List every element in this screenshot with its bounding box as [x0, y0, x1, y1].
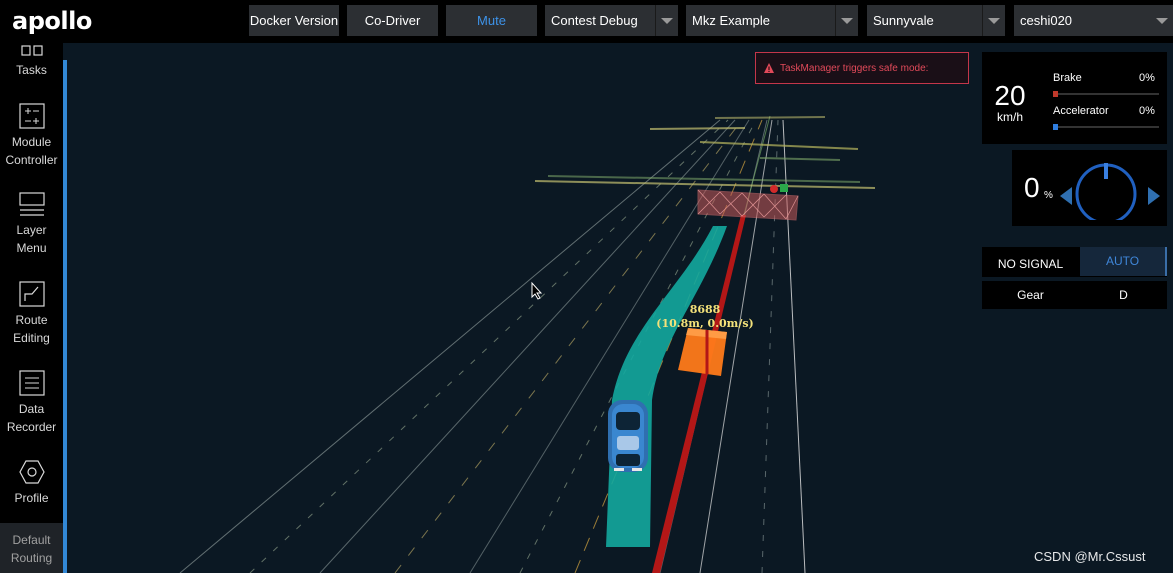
steering-value: 0	[1024, 172, 1040, 203]
signal-panel: NO SIGNAL AUTO	[982, 247, 1167, 277]
sidebar-item-label: Route	[15, 313, 48, 327]
warning-icon	[764, 63, 774, 73]
speed-unit: km/h	[996, 110, 1023, 124]
scenario-select-value: ceshi020	[1020, 13, 1073, 28]
chevron-down-icon[interactable]	[982, 5, 1005, 36]
steering-unit: %	[1044, 190, 1053, 201]
obstacle-label: 8688 (10.8m, 0.0m/s)	[655, 303, 755, 331]
tasks-icon	[20, 45, 43, 56]
sidebar: Tasks Module Controller Layer Menu Route…	[0, 43, 63, 573]
stop-fence	[697, 184, 799, 221]
sidebar-item-module-controller[interactable]: Module Controller	[0, 103, 63, 169]
accelerator-meter	[1053, 124, 1159, 130]
ego-vehicle	[608, 400, 648, 472]
steering-wheel-icon	[1060, 163, 1160, 220]
scenario-select[interactable]: ceshi020	[1014, 5, 1173, 36]
sidebar-item-label: Editing	[13, 331, 50, 345]
gear-label: Gear	[1017, 288, 1044, 302]
vehicle-select[interactable]: Mkz Example	[686, 5, 858, 36]
co-driver-button[interactable]: Co-Driver	[347, 5, 438, 36]
stop-sign-icon	[770, 185, 778, 193]
accelerator-meter-fill	[1053, 124, 1058, 130]
mode-select-value: Contest Debug	[551, 13, 638, 28]
brake-percent: 0%	[1139, 72, 1155, 84]
sidebar-item-label: Recorder	[6, 420, 57, 434]
driving-mode-badge[interactable]: AUTO	[1080, 247, 1167, 276]
sidebar-item-layer-menu[interactable]: Layer Menu	[0, 191, 63, 257]
turn-signal-status: NO SIGNAL	[997, 257, 1064, 271]
flag-icon	[780, 184, 788, 192]
alert-text: TaskManager triggers safe mode:	[780, 62, 929, 74]
profile-icon	[18, 460, 45, 484]
chevron-down-icon[interactable]	[655, 5, 678, 36]
chevron-down-icon[interactable]	[1150, 5, 1173, 36]
module-controller-icon	[18, 103, 45, 129]
default-routing-button[interactable]: Default Routing	[0, 523, 63, 573]
accelerator-percent: 0%	[1139, 105, 1155, 117]
default-routing-label: Routing	[10, 551, 53, 565]
data-recorder-icon	[18, 370, 45, 396]
mouse-cursor-icon	[531, 281, 543, 300]
speed-value: 20	[994, 80, 1026, 111]
mute-button[interactable]: Mute	[446, 5, 537, 36]
brake-label: Brake	[1053, 72, 1082, 84]
gear-value: D	[1119, 288, 1128, 302]
alert-banner[interactable]: TaskManager triggers safe mode:	[755, 52, 969, 84]
default-routing-label: Default	[12, 533, 51, 547]
sidebar-item-label: Layer	[16, 223, 47, 237]
sidebar-item-tasks[interactable]: Tasks	[0, 45, 63, 79]
logo-text: apollo	[12, 7, 92, 35]
sidebar-item-label: Tasks	[16, 63, 47, 77]
sidebar-item-label: Controller	[5, 153, 58, 167]
sidebar-item-route-editing[interactable]: Route Editing	[0, 281, 63, 347]
brake-meter	[1053, 91, 1159, 97]
chevron-down-icon[interactable]	[835, 5, 858, 36]
top-bar: apollo Docker Version Co-Driver Mute Con…	[0, 0, 1173, 43]
map-select[interactable]: Sunnyvale	[867, 5, 1005, 36]
sidebar-item-data-recorder[interactable]: Data Recorder	[0, 370, 63, 436]
sidebar-item-profile[interactable]: Profile	[0, 459, 63, 507]
sidebar-item-label: Module	[11, 135, 52, 149]
docker-version-button[interactable]: Docker Version	[249, 5, 339, 36]
sidebar-item-label: Data	[18, 402, 45, 416]
sidebar-item-label: Profile	[14, 491, 49, 505]
watermark: CSDN @Mr.Cssust	[1034, 549, 1146, 564]
layer-menu-icon	[18, 192, 45, 216]
mode-select[interactable]: Contest Debug	[545, 5, 678, 36]
obstacle-vehicle[interactable]	[678, 328, 727, 376]
route-editing-icon	[18, 281, 45, 307]
vehicle-select-value: Mkz Example	[692, 13, 771, 28]
obstacle-id: 8688	[689, 303, 721, 316]
obstacle-info: (10.8m, 0.0m/s)	[656, 317, 754, 330]
accelerator-label: Accelerator	[1053, 105, 1109, 117]
gear-panel: Gear D	[982, 281, 1167, 309]
map-select-value: Sunnyvale	[873, 13, 934, 28]
brake-meter-fill	[1053, 91, 1058, 97]
sidebar-item-label: Menu	[16, 241, 47, 255]
speed-panel: 20 km/h Brake 0% Accelerator 0%	[982, 52, 1167, 144]
apollo-logo: apollo	[12, 6, 92, 36]
steering-panel: 0 %	[1012, 150, 1167, 226]
